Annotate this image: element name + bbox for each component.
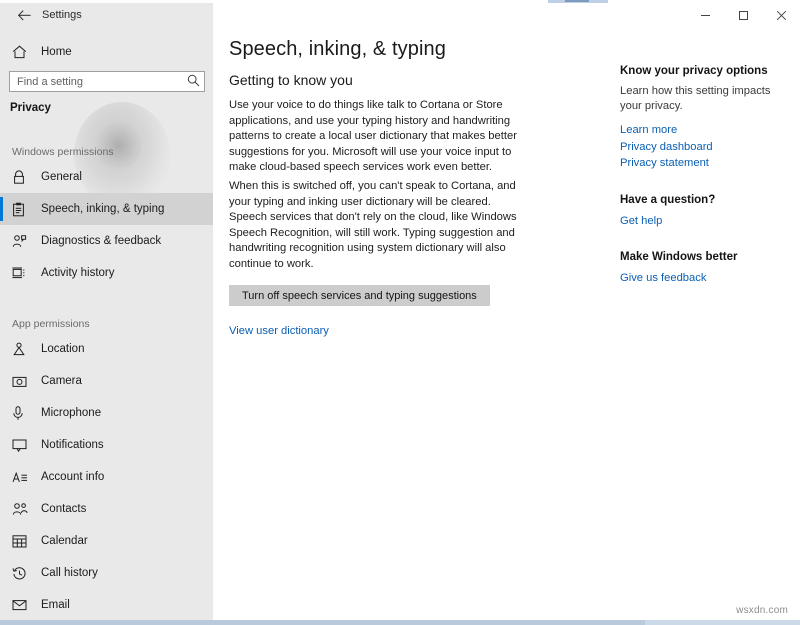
activity-history-icon bbox=[12, 266, 34, 280]
sidebar-item-diagnostics-feedback-label: Diagnostics & feedback bbox=[41, 235, 161, 247]
contacts-icon bbox=[12, 502, 34, 516]
top-blue-streak-core bbox=[565, 0, 589, 2]
sidebar-item-calendar-label: Calendar bbox=[41, 535, 88, 547]
microphone-icon bbox=[12, 406, 34, 421]
rail-heading-make-windows-better: Make Windows better bbox=[620, 251, 785, 263]
rail-heading-privacy-options: Know your privacy options bbox=[620, 65, 785, 77]
back-arrow-icon bbox=[18, 10, 31, 21]
lock-icon bbox=[12, 170, 34, 185]
privacy-statement-link[interactable]: Privacy statement bbox=[620, 155, 785, 172]
sidebar-item-speech-inking-typing-label: Speech, inking, & typing bbox=[41, 203, 164, 215]
rail-heading-have-a-question: Have a question? bbox=[620, 194, 785, 206]
sidebar-item-notifications[interactable]: Notifications bbox=[0, 429, 213, 461]
notification-icon bbox=[12, 438, 34, 452]
give-us-feedback-link[interactable]: Give us feedback bbox=[620, 270, 785, 287]
watermark: wsxdn.com bbox=[736, 605, 788, 616]
sidebar-item-general-label: General bbox=[41, 171, 82, 183]
privacy-dashboard-link[interactable]: Privacy dashboard bbox=[620, 139, 785, 156]
sidebar-item-microphone-label: Microphone bbox=[41, 407, 101, 419]
turn-off-speech-services-button[interactable]: Turn off speech services and typing sugg… bbox=[229, 285, 490, 306]
rail-block-make-windows-better: Make Windows better Give us feedback bbox=[620, 251, 785, 287]
sidebar-item-camera-label: Camera bbox=[41, 375, 82, 387]
minimize-button[interactable] bbox=[686, 3, 724, 27]
sidebar-item-speech-inking-typing[interactable]: Speech, inking, & typing bbox=[0, 193, 213, 225]
feedback-person-icon bbox=[12, 234, 34, 249]
window-controls bbox=[686, 3, 800, 27]
search-input[interactable] bbox=[9, 71, 205, 92]
rail-text-privacy-options: Learn how this setting impacts your priv… bbox=[620, 84, 778, 114]
sidebar-category-title: Privacy bbox=[10, 102, 51, 114]
account-info-icon bbox=[12, 471, 34, 484]
sidebar-item-location[interactable]: Location bbox=[0, 333, 213, 365]
page-title: Speech, inking, & typing bbox=[229, 38, 446, 61]
sidebar-item-general[interactable]: General bbox=[0, 161, 213, 193]
sidebar-item-account-info-label: Account info bbox=[41, 471, 104, 483]
sidebar-item-home[interactable]: Home bbox=[0, 37, 213, 67]
app-title: Settings bbox=[42, 3, 82, 27]
sidebar-item-calendar[interactable]: Calendar bbox=[0, 525, 213, 557]
sidebar-item-location-label: Location bbox=[41, 343, 84, 355]
related-settings-rail: Know your privacy options Learn how this… bbox=[620, 65, 785, 309]
sidebar-item-contacts[interactable]: Contacts bbox=[0, 493, 213, 525]
camera-icon bbox=[12, 375, 34, 388]
main-content: Speech, inking, & typing Getting to know… bbox=[213, 27, 800, 620]
learn-more-link[interactable]: Learn more bbox=[620, 122, 785, 139]
sidebar-group-label-app-permissions: App permissions bbox=[0, 311, 213, 333]
maximize-button[interactable] bbox=[724, 3, 762, 27]
view-user-dictionary-link[interactable]: View user dictionary bbox=[229, 325, 329, 337]
sidebar-item-activity-history-label: Activity history bbox=[41, 267, 115, 279]
bottom-edge-band bbox=[0, 620, 800, 625]
sidebar-group-label-windows-permissions: Windows permissions bbox=[0, 139, 213, 161]
sidebar-item-email-label: Email bbox=[41, 599, 70, 611]
navigation-sidebar: Home Privacy Windows permissions bbox=[0, 27, 213, 620]
description-paragraph-1: Use your voice to do things like talk to… bbox=[229, 98, 519, 176]
search-field[interactable] bbox=[9, 71, 205, 92]
close-icon bbox=[776, 10, 787, 21]
bottom-edge-band-inner bbox=[0, 620, 645, 625]
email-icon bbox=[12, 599, 34, 611]
title-bar: Settings bbox=[0, 3, 800, 27]
close-button[interactable] bbox=[762, 3, 800, 27]
calendar-icon bbox=[12, 534, 34, 548]
section-title: Getting to know you bbox=[229, 72, 353, 88]
sidebar-item-camera[interactable]: Camera bbox=[0, 365, 213, 397]
sidebar-item-activity-history[interactable]: Activity history bbox=[0, 257, 213, 289]
settings-window: Settings bbox=[0, 0, 800, 625]
description-paragraph-2: When this is switched off, you can't spe… bbox=[229, 179, 519, 273]
sidebar-item-account-info[interactable]: Account info bbox=[0, 461, 213, 493]
sidebar-item-diagnostics-feedback[interactable]: Diagnostics & feedback bbox=[0, 225, 213, 257]
location-pin-icon bbox=[12, 342, 34, 357]
sidebar-item-email[interactable]: Email bbox=[0, 589, 213, 620]
call-history-icon bbox=[12, 566, 34, 581]
home-icon bbox=[12, 45, 34, 59]
sidebar-item-notifications-label: Notifications bbox=[41, 439, 104, 451]
back-button[interactable] bbox=[8, 3, 40, 27]
maximize-icon bbox=[738, 10, 749, 21]
rail-block-have-a-question: Have a question? Get help bbox=[620, 194, 785, 230]
minimize-icon bbox=[700, 10, 711, 21]
clipboard-icon bbox=[12, 202, 34, 217]
rail-block-privacy-options: Know your privacy options Learn how this… bbox=[620, 65, 785, 172]
sidebar-item-microphone[interactable]: Microphone bbox=[0, 397, 213, 429]
get-help-link[interactable]: Get help bbox=[620, 213, 785, 230]
sidebar-item-call-history-label: Call history bbox=[41, 567, 98, 579]
sidebar-item-contacts-label: Contacts bbox=[41, 503, 86, 515]
sidebar-nav-list: Windows permissions General bbox=[0, 139, 213, 620]
sidebar-item-call-history[interactable]: Call history bbox=[0, 557, 213, 589]
sidebar-item-home-label: Home bbox=[41, 46, 72, 58]
